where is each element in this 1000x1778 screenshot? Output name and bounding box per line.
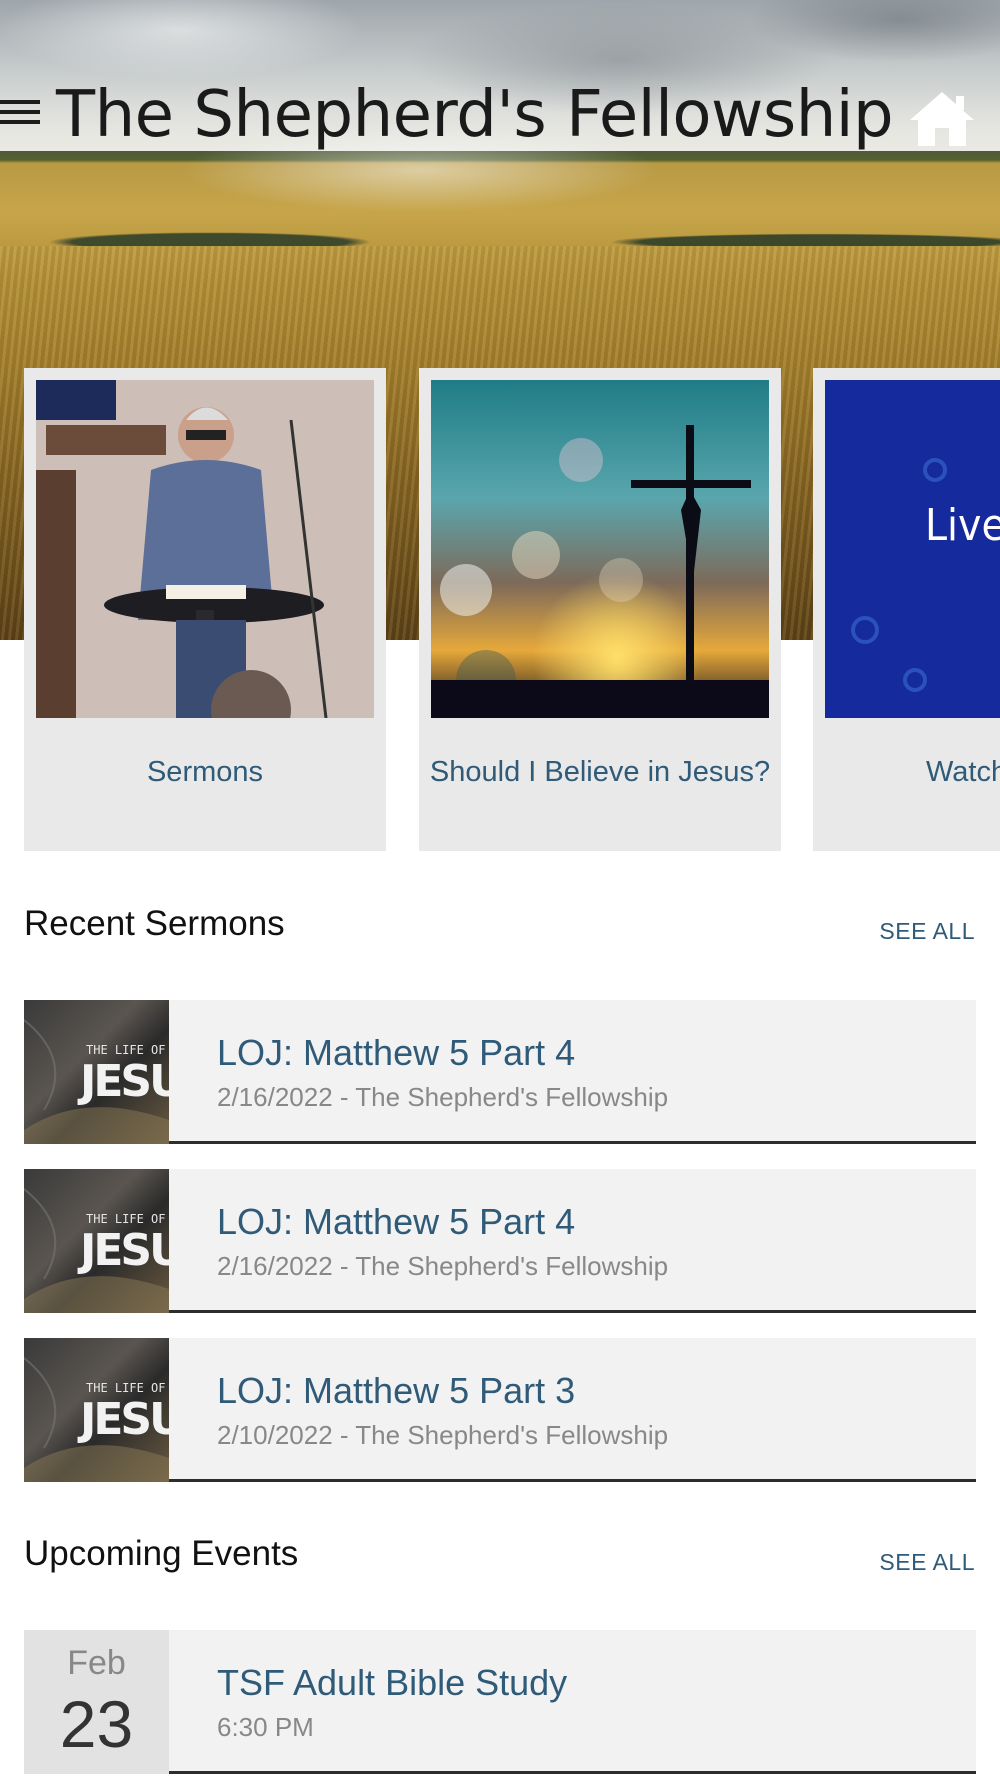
- svg-text:JESUS: JESUS: [77, 1056, 169, 1107]
- sermon-date-speaker: 2/10/2022 - The Shepherd's Fellowship: [217, 1420, 669, 1450]
- event-row[interactable]: Feb 23 TSF Adult Bible Study 6:30 PM: [24, 1630, 976, 1774]
- recent-sermons-see-all-link[interactable]: SEE ALL: [879, 918, 975, 945]
- live-text: Live: [925, 500, 1000, 551]
- sermon-title: LOJ: Matthew 5 Part 3: [217, 1370, 576, 1411]
- card-label: Should I Believe in Jesus?: [429, 756, 771, 788]
- event-title: TSF Adult Bible Study: [217, 1662, 568, 1703]
- recent-sermons-heading: Recent Sermons: [24, 904, 285, 943]
- event-time: 6:30 PM: [217, 1712, 314, 1742]
- card-should-i-believe[interactable]: Should I Believe in Jesus?: [419, 368, 781, 851]
- sermon-thumbnail: THE LIFE OF JESUS: [24, 1000, 169, 1144]
- svg-text:JESUS: JESUS: [77, 1394, 169, 1445]
- sermon-date-speaker: 2/16/2022 - The Shepherd's Fellowship: [217, 1082, 669, 1112]
- sermon-row[interactable]: THE LIFE OF JESUS LOJ: Matthew 5 Part 4 …: [24, 1169, 976, 1313]
- hero-treeline: [0, 218, 1000, 246]
- event-date: Feb 23: [24, 1630, 169, 1774]
- sermon-date-speaker: 2/16/2022 - The Shepherd's Fellowship: [217, 1251, 669, 1281]
- card-label: Watch: [926, 756, 1000, 788]
- row-divider: [169, 1479, 976, 1482]
- sermon-thumbnail: THE LIFE OF JESUS: [24, 1338, 169, 1482]
- cross-sunset-image: [431, 380, 769, 718]
- upcoming-events-see-all-link[interactable]: SEE ALL: [879, 1549, 975, 1576]
- row-divider: [169, 1141, 976, 1144]
- sermon-thumbnail: THE LIFE OF JESUS: [24, 1169, 169, 1313]
- live-stream-image: Live: [825, 380, 1000, 718]
- hamburger-menu-icon[interactable]: [0, 100, 40, 128]
- feature-carousel[interactable]: Sermons Should I Believe in Jesus? Live …: [0, 368, 1000, 851]
- svg-text:THE LIFE OF: THE LIFE OF: [86, 1381, 165, 1395]
- sermon-row[interactable]: THE LIFE OF JESUS LOJ: Matthew 5 Part 3 …: [24, 1338, 976, 1482]
- row-divider: [169, 1310, 976, 1313]
- card-sermons[interactable]: Sermons: [24, 368, 386, 851]
- site-title: The Shepherd's Fellowship: [56, 78, 894, 152]
- svg-text:JESUS: JESUS: [77, 1225, 169, 1276]
- sermons-image: [36, 380, 374, 718]
- sermon-title: LOJ: Matthew 5 Part 4: [217, 1032, 576, 1073]
- upcoming-events-heading: Upcoming Events: [24, 1534, 299, 1573]
- home-icon[interactable]: [908, 90, 976, 148]
- svg-text:THE LIFE OF: THE LIFE OF: [86, 1212, 165, 1226]
- sermon-row[interactable]: THE LIFE OF JESUS LOJ: Matthew 5 Part 4 …: [24, 1000, 976, 1144]
- svg-text:THE LIFE OF: THE LIFE OF: [86, 1043, 165, 1057]
- sermon-title: LOJ: Matthew 5 Part 4: [217, 1201, 576, 1242]
- event-day: 23: [59, 1687, 134, 1761]
- event-month: Feb: [67, 1644, 126, 1682]
- card-label: Sermons: [146, 756, 264, 788]
- card-watch-live[interactable]: Live Watch: [813, 368, 1000, 851]
- row-divider: [169, 1771, 976, 1774]
